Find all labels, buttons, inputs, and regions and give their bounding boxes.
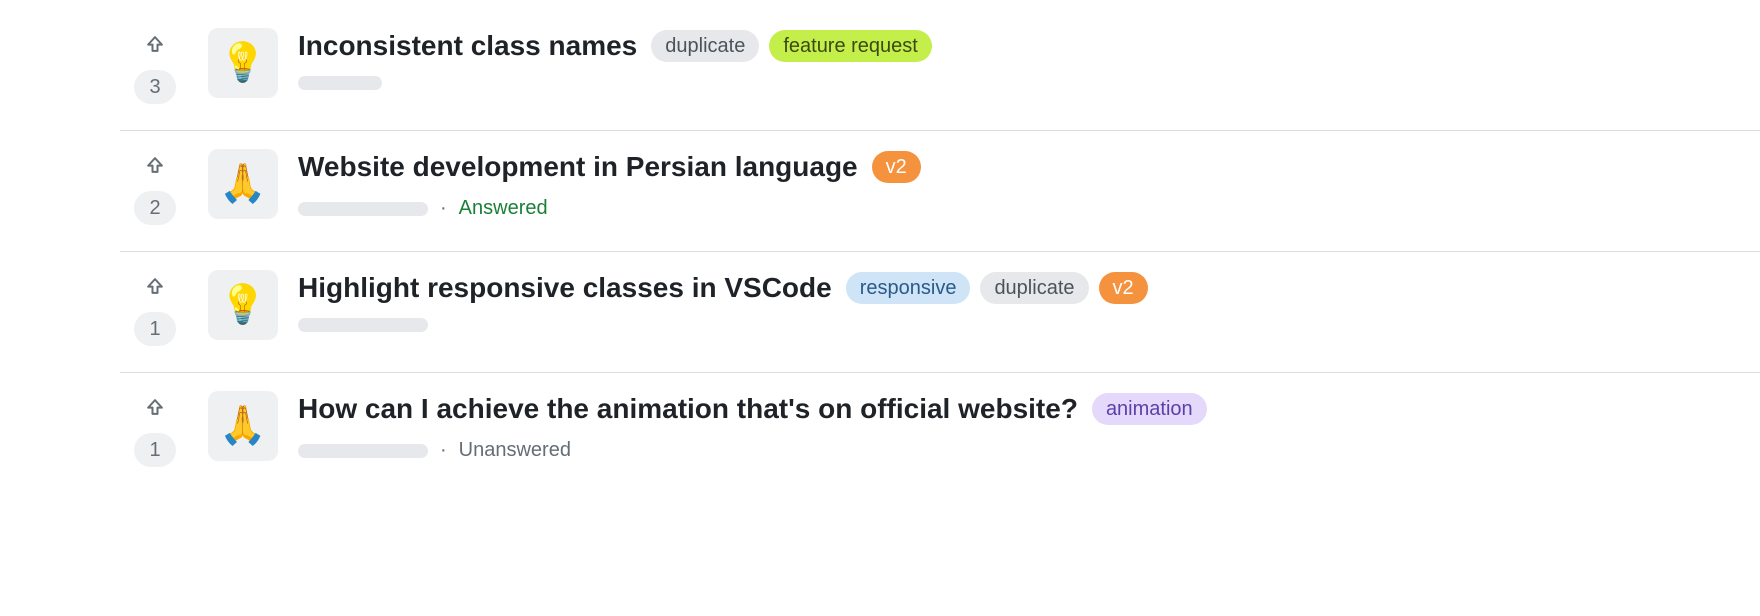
discussion-row: 1 🙏 How can I achieve the animation that's… [120,373,1760,493]
category-icon[interactable]: 💡 [208,270,278,340]
discussion-title[interactable]: How can I achieve the animation that's o… [298,391,1078,427]
title-line: Inconsistent class names duplicate feature… [298,28,1760,64]
discussion-title[interactable]: Website development in Persian language [298,149,858,185]
discussion-status: Unanswered [459,439,571,462]
vote-count: 2 [134,191,176,225]
discussion-label[interactable]: duplicate [651,30,759,62]
upvote-arrow-icon[interactable] [141,272,169,300]
upvote-arrow-icon[interactable] [141,393,169,421]
vote-count: 1 [134,433,176,467]
meta-line [298,318,1760,332]
separator: · [440,439,447,462]
author-placeholder [298,444,428,458]
discussion-content: How can I achieve the animation that's o… [298,391,1760,462]
vote-column: 1 [120,391,190,467]
discussion-label[interactable]: responsive [846,272,971,304]
category-icon[interactable]: 💡 [208,28,278,98]
discussion-label[interactable]: v2 [1099,272,1148,304]
title-line: How can I achieve the animation that's o… [298,391,1760,427]
discussion-content: Inconsistent class names duplicate feature… [298,28,1760,90]
meta-line: · Answered [298,197,1760,220]
discussion-row: 1 💡 Highlight responsive classes in VSCode… [120,252,1760,373]
discussion-row: 2 🙏 Website development in Persian languag… [120,131,1760,252]
label-group: v2 [872,151,921,183]
author-placeholder [298,318,428,332]
category-icon[interactable]: 🙏 [208,391,278,461]
author-placeholder [298,202,428,216]
discussion-status: Answered [459,197,548,220]
upvote-arrow-icon[interactable] [141,30,169,58]
discussion-title[interactable]: Inconsistent class names [298,28,637,64]
discussion-content: Highlight responsive classes in VSCode re… [298,270,1760,332]
discussion-label[interactable]: duplicate [980,272,1088,304]
label-group: duplicate feature request [651,30,932,62]
vote-count: 1 [134,312,176,346]
label-group: responsive duplicate v2 [846,272,1148,304]
discussion-title[interactable]: Highlight responsive classes in VSCode [298,270,832,306]
discussion-row: 3 💡 Inconsistent class names duplicate featu… [120,10,1760,131]
vote-column: 2 [120,149,190,225]
discussion-label[interactable]: v2 [872,151,921,183]
discussion-list: 3 💡 Inconsistent class names duplicate featu… [0,0,1760,493]
discussion-label[interactable]: feature request [769,30,932,62]
meta-line [298,76,1760,90]
meta-line: · Unanswered [298,439,1760,462]
label-group: animation [1092,393,1207,425]
discussion-label[interactable]: animation [1092,393,1207,425]
author-placeholder [298,76,382,90]
discussion-content: Website development in Persian language v… [298,149,1760,220]
vote-column: 1 [120,270,190,346]
category-icon[interactable]: 🙏 [208,149,278,219]
title-line: Website development in Persian language v… [298,149,1760,185]
title-line: Highlight responsive classes in VSCode re… [298,270,1760,306]
upvote-arrow-icon[interactable] [141,151,169,179]
vote-count: 3 [134,70,176,104]
separator: · [440,197,447,220]
vote-column: 3 [120,28,190,104]
